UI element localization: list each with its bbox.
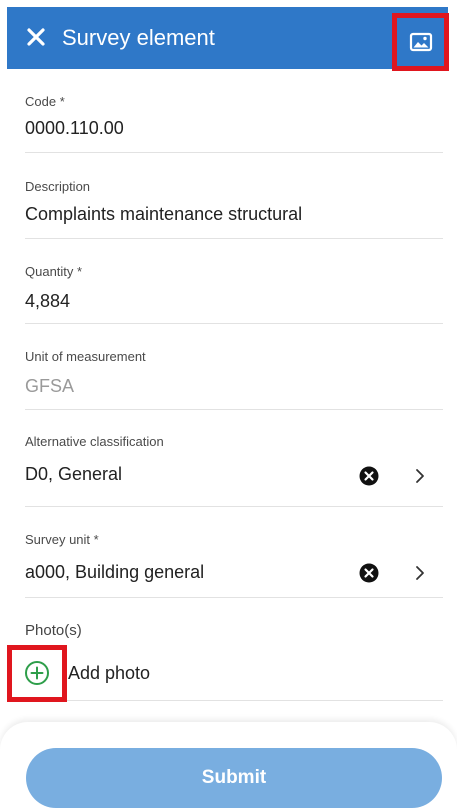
- photos-label: Photo(s): [25, 622, 82, 639]
- description-value: Complaints maintenance structural: [25, 204, 303, 224]
- quantity-field[interactable]: Quantity * 4,884: [25, 259, 443, 324]
- bottom-action-bar: Submit: [0, 722, 457, 809]
- survey-unit-label: Survey unit *: [25, 532, 99, 547]
- code-value: 0000.110.00: [25, 118, 124, 138]
- chevron-right-icon[interactable]: [413, 467, 427, 485]
- unit-of-measurement-label: Unit of measurement: [25, 349, 146, 364]
- alternative-classification-field[interactable]: Alternative classification D0, General: [25, 430, 443, 507]
- add-photo-icon-highlight[interactable]: [7, 645, 67, 702]
- quantity-label: Quantity *: [25, 264, 83, 279]
- quantity-value: 4,884: [25, 291, 71, 311]
- code-field[interactable]: Code * 0000.110.00: [25, 88, 443, 153]
- add-photo-label: Add photo: [68, 663, 151, 683]
- submit-button[interactable]: Submit: [26, 748, 442, 808]
- add-circle-icon: [25, 661, 49, 685]
- close-icon: [27, 28, 45, 46]
- clear-icon[interactable]: [359, 563, 379, 583]
- alternative-classification-value: D0, General: [25, 464, 123, 484]
- image-gallery-button[interactable]: [392, 13, 449, 71]
- alternative-classification-label: Alternative classification: [25, 434, 164, 449]
- chevron-right-icon[interactable]: [413, 564, 427, 582]
- description-label: Description: [25, 179, 91, 194]
- survey-unit-field[interactable]: Survey unit * a000, Building general: [25, 529, 443, 598]
- unit-of-measurement-field: Unit of measurement GFSA: [25, 343, 443, 410]
- app-header: Survey element: [7, 7, 449, 71]
- code-label: Code *: [25, 94, 65, 109]
- image-gallery-icon: [409, 32, 433, 52]
- survey-unit-value: a000, Building general: [25, 562, 205, 582]
- add-photo-button[interactable]: Add photo: [7, 645, 443, 702]
- survey-element-screen: Survey element Code * 0000.110.00 Descri…: [0, 0, 457, 809]
- clear-icon[interactable]: [359, 466, 379, 486]
- description-field[interactable]: Description Complaints maintenance struc…: [25, 174, 443, 239]
- unit-of-measurement-value: GFSA: [25, 376, 75, 396]
- page-title: Survey element: [62, 25, 215, 50]
- close-button[interactable]: [25, 26, 47, 48]
